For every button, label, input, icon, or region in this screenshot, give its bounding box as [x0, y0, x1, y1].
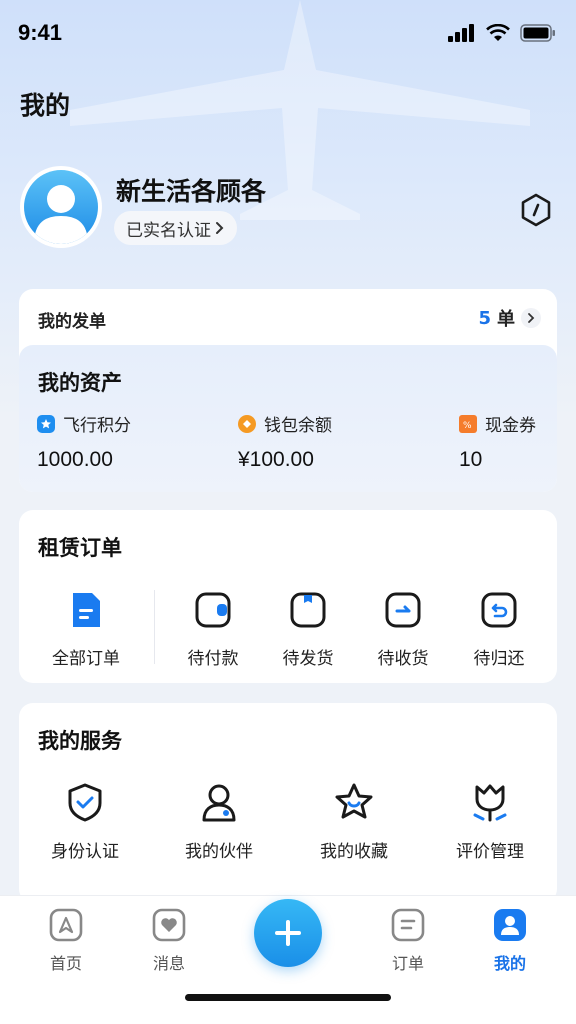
order-pending-return[interactable]: 待归还: [451, 590, 547, 669]
order-pending-receipt[interactable]: 待收货: [355, 590, 451, 669]
status-bar: 9:41: [0, 0, 576, 66]
profile-name: 新生活各顾各: [116, 177, 267, 206]
profile-icon: [494, 909, 526, 941]
asset-cash-coupon[interactable]: % 现金券 10: [459, 411, 536, 472]
order-list-icon: [391, 908, 425, 942]
avatar[interactable]: [20, 166, 102, 248]
chevron-right-icon: [216, 222, 224, 234]
wallet-icon: [195, 592, 231, 628]
assets-title: 我的资产: [38, 371, 122, 395]
page-title: 我的: [20, 91, 71, 120]
order-all[interactable]: 全部订单: [38, 590, 134, 669]
divider: [154, 590, 155, 664]
chevron-right-icon: [521, 308, 541, 328]
order-label: 待收货: [377, 649, 429, 669]
verify-label: 已实名认证: [126, 220, 211, 241]
tab-label: 我的: [493, 954, 526, 973]
wifi-icon: [486, 24, 510, 41]
home-icon: [49, 908, 83, 942]
wallet-diamond-icon: [238, 414, 256, 433]
order-label: 待发货: [282, 649, 334, 669]
issued-orders-label: 我的发单: [38, 312, 106, 332]
document-icon: [73, 593, 100, 627]
service-review-management[interactable]: 评价管理: [430, 781, 550, 862]
services-title: 我的服务: [38, 729, 122, 753]
battery-icon: [520, 24, 555, 42]
tab-label: 首页: [49, 954, 82, 973]
person-icon: [202, 784, 236, 822]
assets-panel: 我的资产 飞行积分 1000.00 钱包余额 ¥100.00 % 现金券 10: [19, 345, 557, 492]
signal-icon: [448, 24, 474, 42]
services-card: 我的服务 身份认证 我的伙伴 我的收藏 评价管理: [19, 703, 557, 903]
tab-home[interactable]: 首页: [26, 908, 106, 974]
tulip-icon: [473, 784, 507, 822]
my-issued-orders-row[interactable]: 我的发单 5 单: [19, 289, 557, 345]
service-identity-verification[interactable]: 身份认证: [25, 781, 145, 862]
home-indicator[interactable]: [185, 994, 391, 1001]
plus-icon: [275, 920, 301, 946]
avatar-person-icon: [34, 185, 88, 244]
rental-orders-title: 租赁订单: [38, 536, 122, 560]
order-pending-shipment[interactable]: 待发货: [260, 590, 356, 669]
order-label: 待归还: [473, 649, 525, 669]
status-time: 9:41: [18, 20, 63, 45]
asset-value: 1000.00: [37, 448, 113, 471]
coupon-icon: %: [459, 414, 477, 433]
star-icon: [335, 783, 373, 819]
svg-text:%: %: [463, 421, 472, 430]
asset-value: 10: [459, 448, 483, 471]
asset-label: 飞行积分: [63, 416, 131, 436]
settings-icon[interactable]: [518, 192, 554, 228]
asset-flight-points[interactable]: 飞行积分 1000.00: [37, 411, 131, 472]
issued-orders-count: 5 单: [478, 305, 541, 331]
order-pending-payment[interactable]: 待付款: [165, 590, 261, 669]
issued-count-unit: 单: [497, 309, 515, 330]
asset-label: 钱包余额: [264, 416, 332, 436]
shield-check-icon: [68, 783, 102, 822]
service-label: 我的收藏: [320, 842, 388, 862]
create-button[interactable]: [254, 899, 322, 967]
status-icons: [448, 24, 556, 42]
asset-label: 现金券: [485, 416, 536, 436]
tab-messages[interactable]: 消息: [129, 908, 209, 974]
rental-orders-card: 租赁订单 全部订单 待付款 待发货 待收货 待归还: [19, 510, 557, 683]
tab-profile[interactable]: 我的: [470, 908, 550, 974]
asset-value: ¥100.00: [238, 448, 314, 471]
tab-label: 消息: [152, 954, 185, 973]
service-label: 我的伙伴: [185, 842, 253, 862]
verify-status-chip[interactable]: 已实名认证: [114, 211, 237, 245]
tab-orders[interactable]: 订单: [368, 908, 448, 974]
service-my-partners[interactable]: 我的伙伴: [159, 781, 279, 862]
service-my-favorites[interactable]: 我的收藏: [294, 781, 414, 862]
order-label: 全部订单: [52, 649, 120, 669]
receive-icon: [385, 592, 421, 628]
message-heart-icon: [152, 908, 186, 942]
issued-count-number: 5: [478, 307, 491, 329]
star-badge-icon: [37, 414, 55, 433]
order-label: 待付款: [187, 649, 239, 669]
tab-label: 订单: [391, 954, 424, 973]
box-icon: [290, 592, 326, 628]
orders-assets-card: 我的发单 5 单 我的资产 飞行积分 1000.00 钱包余额 ¥100.00 …: [19, 289, 557, 492]
service-label: 评价管理: [456, 842, 524, 862]
asset-wallet-balance[interactable]: 钱包余额 ¥100.00: [238, 411, 332, 472]
return-icon: [481, 592, 517, 628]
service-label: 身份认证: [51, 842, 119, 862]
